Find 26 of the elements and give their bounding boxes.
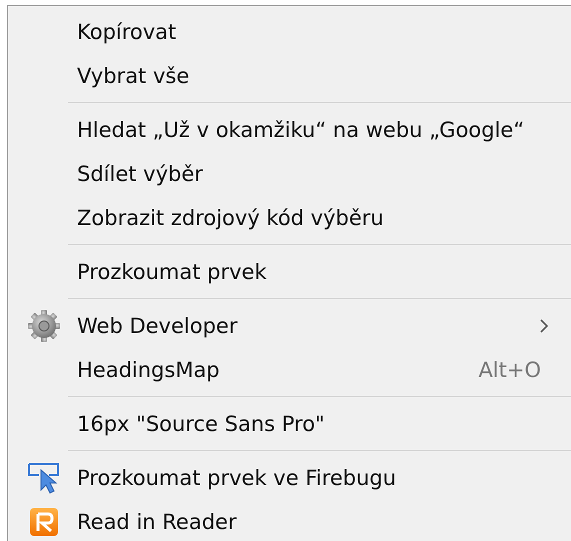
menu-item-label: Hledat „Už v okamžiku“ na webu „Google“ bbox=[77, 118, 526, 142]
menu-item-label: Kopírovat bbox=[77, 20, 178, 44]
menu-item[interactable]: Zobrazit zdrojový kód výběru bbox=[8, 196, 571, 240]
menu-item[interactable]: Hledat „Už v okamžiku“ na webu „Google“ bbox=[8, 108, 571, 152]
menu-item-label: Zobrazit zdrojový kód výběru bbox=[77, 206, 385, 230]
menu-item-label: Read in Reader bbox=[77, 510, 238, 534]
gear-icon bbox=[26, 309, 60, 343]
menu-item[interactable]: Web Developer bbox=[8, 304, 571, 348]
menu-item[interactable]: Prozkoumat prvek ve Firebugu bbox=[8, 456, 571, 500]
menu-item-label: 16px "Source Sans Pro" bbox=[77, 412, 326, 436]
menu-item-label: HeadingsMap bbox=[77, 358, 221, 382]
menu-item-label: Prozkoumat prvek bbox=[77, 260, 268, 284]
select-pointer-icon bbox=[26, 462, 60, 494]
menu-item-label: Vybrat vše bbox=[77, 64, 190, 88]
menu-item-label: Prozkoumat prvek ve Firebugu bbox=[77, 466, 398, 490]
menu-item[interactable]: HeadingsMap Alt+O bbox=[8, 348, 571, 392]
menu-item[interactable]: Read in Reader bbox=[8, 500, 571, 541]
reader-icon bbox=[28, 507, 58, 537]
menu-item[interactable]: Sdílet výběr bbox=[8, 152, 571, 196]
menu-item[interactable]: Vybrat vše bbox=[8, 54, 571, 98]
shortcut-hint: Alt+O bbox=[478, 358, 541, 382]
menu-item[interactable]: Kopírovat bbox=[8, 10, 571, 54]
menu-item-label: Web Developer bbox=[77, 314, 238, 338]
menu-item[interactable]: Prozkoumat prvek bbox=[8, 250, 571, 294]
menu-item-label: Sdílet výběr bbox=[77, 162, 204, 186]
menu-item[interactable]: 16px "Source Sans Pro" bbox=[8, 402, 571, 446]
